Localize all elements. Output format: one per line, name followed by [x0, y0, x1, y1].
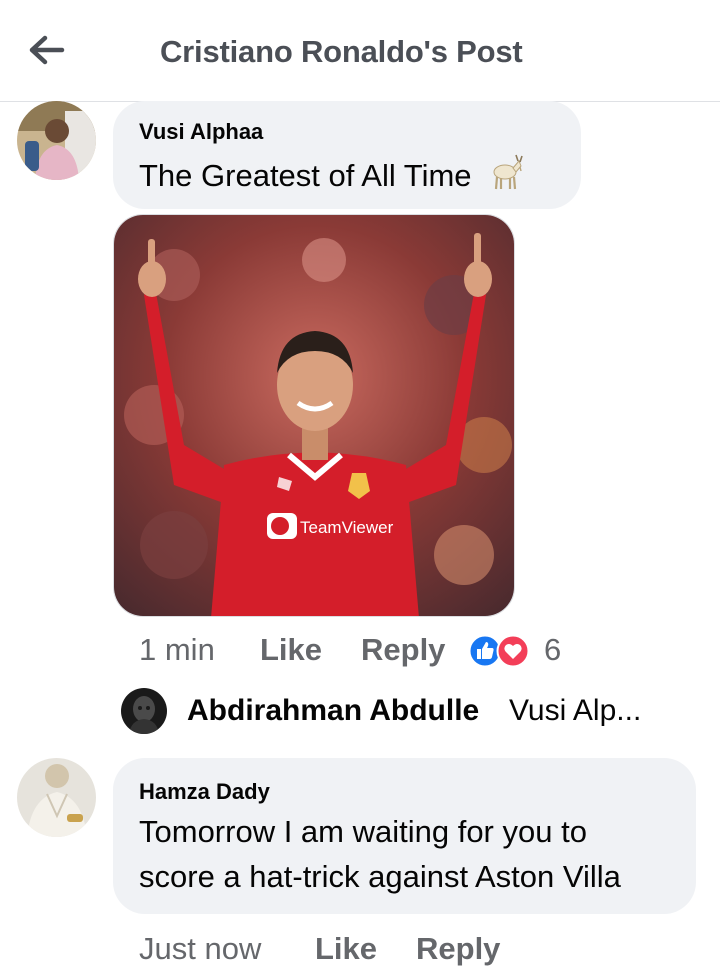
comment-timestamp: Just now: [139, 931, 262, 966]
comment-text: The Greatest of All Time: [139, 152, 524, 196]
love-icon: [496, 634, 530, 668]
comment-author[interactable]: Vusi Alphaa: [139, 119, 263, 145]
reply-preview[interactable]: Abdirahman Abdulle Vusi Alp...: [121, 686, 681, 736]
comment-text-line: Tomorrow I am waiting for you to: [139, 814, 587, 849]
comment-text-line: score a hat-trick against Aston Villa: [139, 859, 621, 894]
back-button[interactable]: [26, 30, 68, 70]
goat-icon: [493, 154, 523, 190]
reply-author[interactable]: Abdirahman Abdulle: [187, 694, 479, 728]
reply-avatar: [121, 688, 167, 734]
player-celebration-image: TeamViewer: [114, 215, 514, 616]
comment-text-content: The Greatest of All Time: [139, 158, 472, 193]
arrow-left-icon: [29, 35, 65, 65]
like-button[interactable]: Like: [315, 931, 377, 967]
reply-button[interactable]: Reply: [361, 632, 445, 668]
comment-timestamp: 1 min: [139, 632, 215, 667]
reaction-count[interactable]: 6: [544, 632, 561, 668]
reply-button[interactable]: Reply: [416, 931, 500, 967]
like-button[interactable]: Like: [260, 632, 322, 668]
reaction-summary[interactable]: [468, 634, 530, 668]
avatar[interactable]: [17, 758, 96, 837]
post-header: Cristiano Ronaldo's Post: [0, 0, 720, 102]
reply-snippet: Vusi Alp...: [509, 694, 642, 727]
svg-text:TeamViewer: TeamViewer: [300, 518, 394, 537]
comment-bubble: Hamza Dady Tomorrow I am waiting for you…: [113, 758, 696, 914]
goat-emoji: [486, 152, 524, 190]
comment-author[interactable]: Hamza Dady: [139, 779, 270, 805]
avatar[interactable]: [17, 101, 96, 180]
comment-bubble: Vusi Alphaa The Greatest of All Time: [113, 101, 581, 209]
page-title: Cristiano Ronaldo's Post: [160, 34, 523, 69]
comment-photo[interactable]: TeamViewer: [113, 214, 515, 617]
